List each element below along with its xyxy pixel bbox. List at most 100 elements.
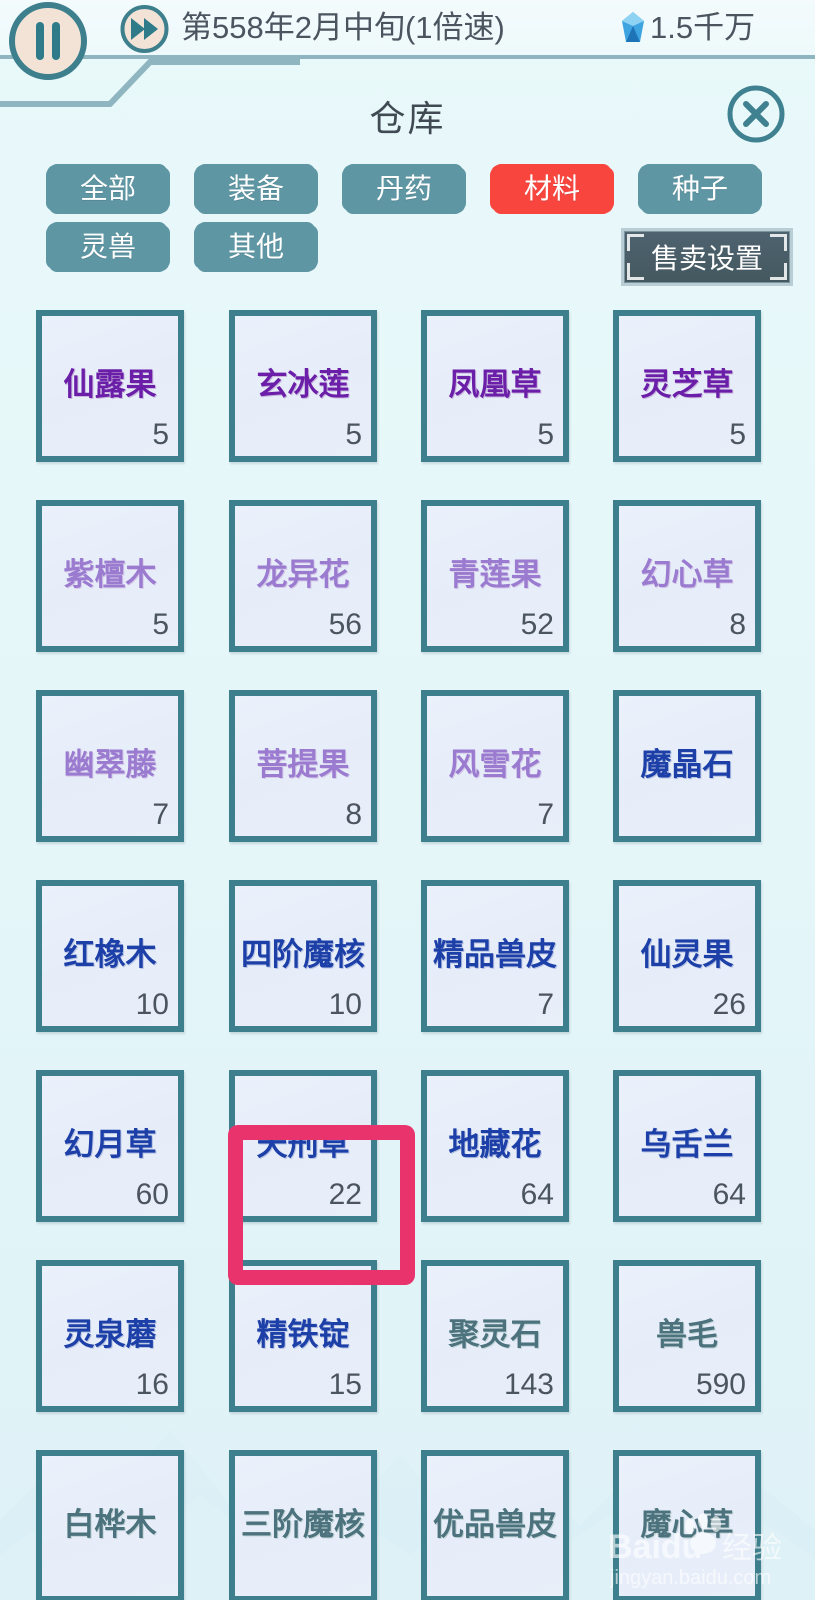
page-title: 仓库 [369,98,446,139]
inventory-slot[interactable]: 红橡木 10 [36,880,184,1032]
inventory-slot[interactable]: 兽毛 590 [613,1260,761,1412]
inventory-slot-highlighted[interactable]: 天刑草 22 [229,1070,377,1222]
item-count: 52 [520,608,554,641]
item-name: 风雪花 [448,747,542,782]
item-count: 64 [520,1178,554,1211]
item-count: 10 [328,988,362,1021]
inventory-slot[interactable]: 仙露果 5 [36,310,184,462]
item-name: 幻月草 [63,1127,157,1162]
item-count: 22 [328,1178,362,1211]
inventory-slot[interactable]: 魔心草 [613,1450,761,1600]
item-name: 魔晶石 [640,747,734,782]
item-name: 仙灵果 [640,937,734,972]
close-icon[interactable] [725,83,787,145]
pause-button[interactable] [8,2,88,80]
currency-amount: 1.5千万 [650,10,756,45]
item-name: 幽翠藤 [63,747,157,782]
ornament-corner-br [770,263,787,280]
inventory-row: 仙露果 5 玄冰莲 5 凤凰草 5 灵芝草 5 [0,310,815,500]
item-count: 16 [135,1368,169,1401]
inventory-slot[interactable]: 幽翠藤 7 [36,690,184,842]
game-screen: 第558年2月中旬(1倍速) 1.5千万 仓库 全部 装备 丹药 材料 种子 灵… [0,0,815,1600]
inventory-slot[interactable]: 地藏花 64 [421,1070,569,1222]
inventory-slot[interactable]: 凤凰草 5 [421,310,569,462]
inventory-slot[interactable]: 风雪花 7 [421,690,569,842]
item-name: 仙露果 [63,367,157,402]
item-count: 5 [537,418,554,451]
inventory-slot[interactable]: 优品兽皮 [421,1450,569,1600]
sell-settings-button[interactable]: 售卖设置 [621,228,793,286]
item-count: 10 [135,988,169,1021]
item-name: 聚灵石 [448,1317,542,1352]
item-count: 7 [152,798,169,831]
filter-chip-other[interactable]: 其他 [196,224,316,270]
game-clock: 第558年2月中旬(1倍速) [181,10,505,45]
filter-chip-materials[interactable]: 材料 [492,166,612,212]
inventory-row: 幽翠藤 7 菩提果 8 风雪花 7 魔晶石 [0,690,815,880]
inventory-slot[interactable]: 玄冰莲 5 [229,310,377,462]
item-name: 精品兽皮 [433,937,557,972]
ornament-corner-tl [627,234,644,251]
inventory-row: 红橡木 10 四阶魔核 10 精品兽皮 7 仙灵果 26 [0,880,815,1070]
item-name: 龙异花 [256,557,350,592]
item-name: 灵泉蘑 [63,1317,157,1352]
item-name: 凤凰草 [448,367,542,402]
item-count: 26 [712,988,746,1021]
inventory-slot[interactable]: 精品兽皮 7 [421,880,569,1032]
currency-display: 1.5千万 [620,4,755,52]
filter-chip-beasts[interactable]: 灵兽 [48,224,168,270]
item-count: 7 [537,988,554,1021]
inventory-slot[interactable]: 乌舌兰 64 [613,1070,761,1222]
inventory-slot[interactable]: 灵泉蘑 16 [36,1260,184,1412]
fast-forward-button[interactable] [118,5,171,53]
inventory-slot[interactable]: 四阶魔核 10 [229,880,377,1032]
item-name: 三阶魔核 [241,1507,365,1542]
inventory-slot[interactable]: 精铁锭 15 [229,1260,377,1412]
item-name: 魔心草 [640,1507,734,1542]
inventory-slot[interactable]: 灵芝草 5 [613,310,761,462]
inventory-slot[interactable]: 幻心草 8 [613,500,761,652]
inventory-slot[interactable]: 仙灵果 26 [613,880,761,1032]
inventory-slot[interactable]: 龙异花 56 [229,500,377,652]
item-name: 地藏花 [448,1127,542,1162]
item-count: 8 [345,798,362,831]
gem-icon [622,12,644,42]
inventory-slot[interactable]: 青莲果 52 [421,500,569,652]
ornament-corner-bl [627,263,644,280]
item-count: 15 [328,1368,362,1401]
item-name: 青莲果 [448,557,542,592]
item-count: 5 [729,418,746,451]
inventory-slot[interactable]: 幻月草 60 [36,1070,184,1222]
item-name: 精铁锭 [256,1317,350,1352]
inventory-slot[interactable]: 菩提果 8 [229,690,377,842]
item-count: 60 [135,1178,169,1211]
item-name: 灵芝草 [640,367,734,402]
inventory-slot[interactable]: 白桦木 [36,1450,184,1600]
inventory-slot[interactable]: 魔晶石 [613,690,761,842]
sell-settings-label: 售卖设置 [650,243,763,274]
inventory-slot[interactable]: 聚灵石 143 [421,1260,569,1412]
filter-chip-seeds[interactable]: 种子 [640,166,760,212]
item-name: 白桦木 [63,1507,157,1542]
item-name: 乌舌兰 [640,1127,734,1162]
item-name: 玄冰莲 [256,367,350,402]
item-count: 64 [712,1178,746,1211]
inventory-row: 白桦木 三阶魔核 优品兽皮 魔心草 [0,1450,815,1600]
item-count: 5 [152,608,169,641]
inventory-slot[interactable]: 紫檀木 5 [36,500,184,652]
item-count: 8 [729,608,746,641]
filter-chip-pills[interactable]: 丹药 [344,166,464,212]
item-count: 56 [328,608,362,641]
item-name: 菩提果 [256,747,350,782]
item-count: 7 [537,798,554,831]
inventory-row: 幻月草 60 天刑草 22 地藏花 64 乌舌兰 64 [0,1070,815,1260]
item-name: 天刑草 [256,1127,350,1162]
item-name: 兽毛 [656,1317,718,1352]
ornament-corner-tr [770,234,787,251]
item-name: 四阶魔核 [241,937,365,972]
filter-chip-all[interactable]: 全部 [48,166,168,212]
item-name: 紫檀木 [63,557,157,592]
inventory-slot[interactable]: 三阶魔核 [229,1450,377,1600]
filter-row-1: 全部 装备 丹药 材料 种子 [0,166,815,224]
filter-chip-equipment[interactable]: 装备 [196,166,316,212]
